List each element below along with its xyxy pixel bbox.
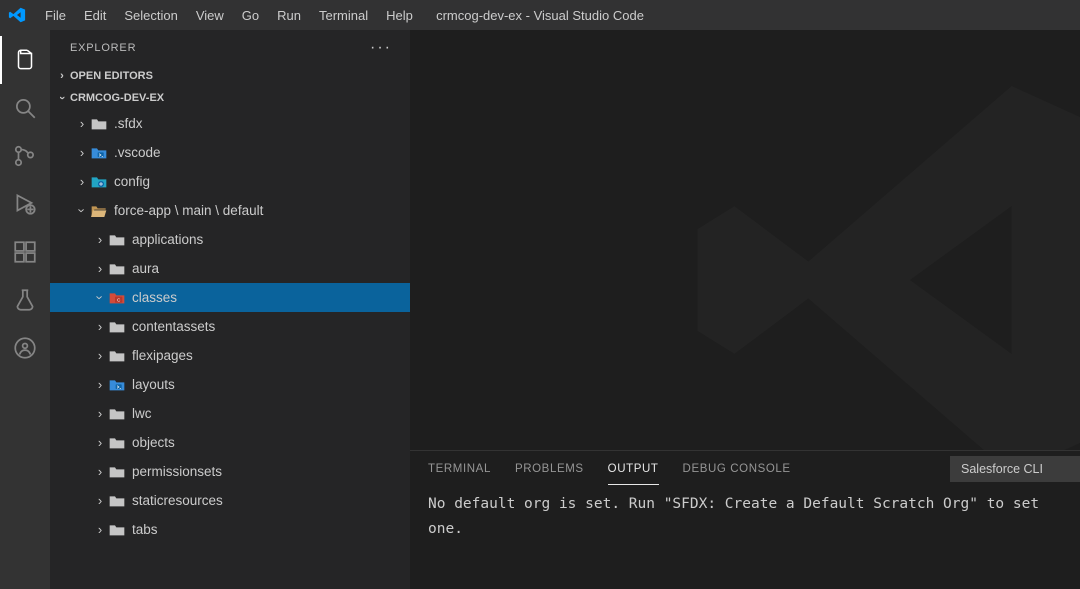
panel-tab-problems[interactable]: PROBLEMS xyxy=(515,459,584,479)
tree-item-classes[interactable]: ›Cclasses xyxy=(50,283,410,312)
menu-item-view[interactable]: View xyxy=(187,8,233,23)
sidebar-explorer: EXPLORER ··· › OPEN EDITORS › CRMCOG-DEV… xyxy=(50,30,410,589)
chevron-right-icon: › xyxy=(92,435,108,450)
activity-explorer[interactable] xyxy=(0,36,50,84)
tree-item-label: force-app \ main \ default xyxy=(114,203,263,218)
tree-item-label: classes xyxy=(132,290,177,305)
tree-item-force-app-main-default[interactable]: › force-app \ main \ default xyxy=(50,196,410,225)
activity-accounts[interactable] xyxy=(0,324,50,372)
folder-icon xyxy=(108,349,126,363)
menu-item-help[interactable]: Help xyxy=(377,8,422,23)
folder-icon xyxy=(108,436,126,450)
tree-item-aura[interactable]: › aura xyxy=(50,254,410,283)
panel-tab-terminal[interactable]: TERMINAL xyxy=(428,459,491,479)
folder-icon xyxy=(90,175,108,189)
chevron-right-icon: › xyxy=(92,232,108,247)
panel-tab-debug-console[interactable]: DEBUG CONSOLE xyxy=(683,459,791,479)
vscode-logo-icon xyxy=(8,6,26,24)
chevron-right-icon: › xyxy=(92,493,108,508)
menu-item-run[interactable]: Run xyxy=(268,8,310,23)
chevron-right-icon: › xyxy=(74,116,90,131)
output-channel-select[interactable]: Salesforce CLI xyxy=(950,456,1080,482)
tree-item-flexipages[interactable]: › flexipages xyxy=(50,341,410,370)
tree-item-objects[interactable]: › objects xyxy=(50,428,410,457)
chevron-right-icon: › xyxy=(92,261,108,276)
chevron-down-icon: › xyxy=(56,90,68,106)
tree-item-tabs[interactable]: › tabs xyxy=(50,515,410,544)
sidebar-more-icon[interactable]: ··· xyxy=(370,39,392,57)
chevron-right-icon: › xyxy=(92,377,108,392)
activity-testing[interactable] xyxy=(0,276,50,324)
chevron-right-icon: › xyxy=(92,406,108,421)
folder-icon xyxy=(108,378,126,392)
chevron-down-icon: › xyxy=(93,290,108,306)
tree-item-label: config xyxy=(114,174,150,189)
chevron-right-icon: › xyxy=(92,348,108,363)
activity-bar xyxy=(0,30,50,589)
menu-item-selection[interactable]: Selection xyxy=(115,8,186,23)
tree-item-label: aura xyxy=(132,261,159,276)
tree-item-label: .vscode xyxy=(114,145,161,160)
output-content[interactable]: No default org is set. Run "SFDX: Create… xyxy=(410,486,1080,589)
tree-item-label: lwc xyxy=(132,406,152,421)
folder-icon xyxy=(90,117,108,131)
tree-item-label: tabs xyxy=(132,522,158,537)
tree-item-label: objects xyxy=(132,435,175,450)
section-open-editors[interactable]: › OPEN EDITORS xyxy=(50,65,410,87)
tree-item-applications[interactable]: › applications xyxy=(50,225,410,254)
chevron-right-icon: › xyxy=(74,174,90,189)
folder-icon: C xyxy=(108,291,126,305)
activity-extensions[interactable] xyxy=(0,228,50,276)
chevron-right-icon: › xyxy=(92,319,108,334)
folder-icon xyxy=(108,320,126,334)
menu-item-edit[interactable]: Edit xyxy=(75,8,115,23)
folder-icon xyxy=(108,523,126,537)
bottom-panel: TERMINAL PROBLEMS OUTPUT DEBUG CONSOLE Sales… xyxy=(410,450,1080,589)
tree-item-label: applications xyxy=(132,232,203,247)
menu-item-file[interactable]: File xyxy=(36,8,75,23)
tree-item-label: staticresources xyxy=(132,493,223,508)
sidebar-title: EXPLORER xyxy=(70,42,136,54)
tree-item-label: layouts xyxy=(132,377,175,392)
tree-item--sfdx[interactable]: › .sfdx xyxy=(50,109,410,138)
tree-item-permissionsets[interactable]: › permissionsets xyxy=(50,457,410,486)
folder-icon xyxy=(108,465,126,479)
folder-icon xyxy=(108,262,126,276)
chevron-right-icon: › xyxy=(92,522,108,537)
chevron-right-icon: › xyxy=(74,145,90,160)
chevron-right-icon: › xyxy=(92,464,108,479)
panel-tab-output[interactable]: OUTPUT xyxy=(608,459,659,479)
tree-item-label: permissionsets xyxy=(132,464,222,479)
window-title: crmcog-dev-ex - Visual Studio Code xyxy=(436,8,644,23)
folder-icon xyxy=(90,146,108,160)
chevron-right-icon: › xyxy=(54,70,70,82)
title-bar: FileEditSelectionViewGoRunTerminalHelp c… xyxy=(0,0,1080,30)
tree-item-config[interactable]: › config xyxy=(50,167,410,196)
activity-source-control[interactable] xyxy=(0,132,50,180)
tree-item-contentassets[interactable]: › contentassets xyxy=(50,312,410,341)
section-project[interactable]: › CRMCOG-DEV-EX xyxy=(50,87,410,109)
tree-item-label: .sfdx xyxy=(114,116,143,131)
menu-item-go[interactable]: Go xyxy=(233,8,268,23)
tree-item-label: contentassets xyxy=(132,319,215,334)
chevron-down-icon: › xyxy=(75,203,90,219)
folder-icon xyxy=(108,494,126,508)
tree-item-lwc[interactable]: › lwc xyxy=(50,399,410,428)
folder-icon xyxy=(90,204,108,218)
tree-item-label: flexipages xyxy=(132,348,193,363)
file-tree: › .sfdx › .vscode › config › force-app \ main \… xyxy=(50,109,410,589)
tree-item-layouts[interactable]: › layouts xyxy=(50,370,410,399)
folder-icon xyxy=(108,233,126,247)
tree-item-staticresources[interactable]: › staticresources xyxy=(50,486,410,515)
folder-icon xyxy=(108,407,126,421)
activity-search[interactable] xyxy=(0,84,50,132)
vscode-watermark-icon xyxy=(679,49,1080,450)
menu-item-terminal[interactable]: Terminal xyxy=(310,8,377,23)
activity-run-debug[interactable] xyxy=(0,180,50,228)
editor-area-empty xyxy=(410,30,1080,450)
tree-item--vscode[interactable]: › .vscode xyxy=(50,138,410,167)
